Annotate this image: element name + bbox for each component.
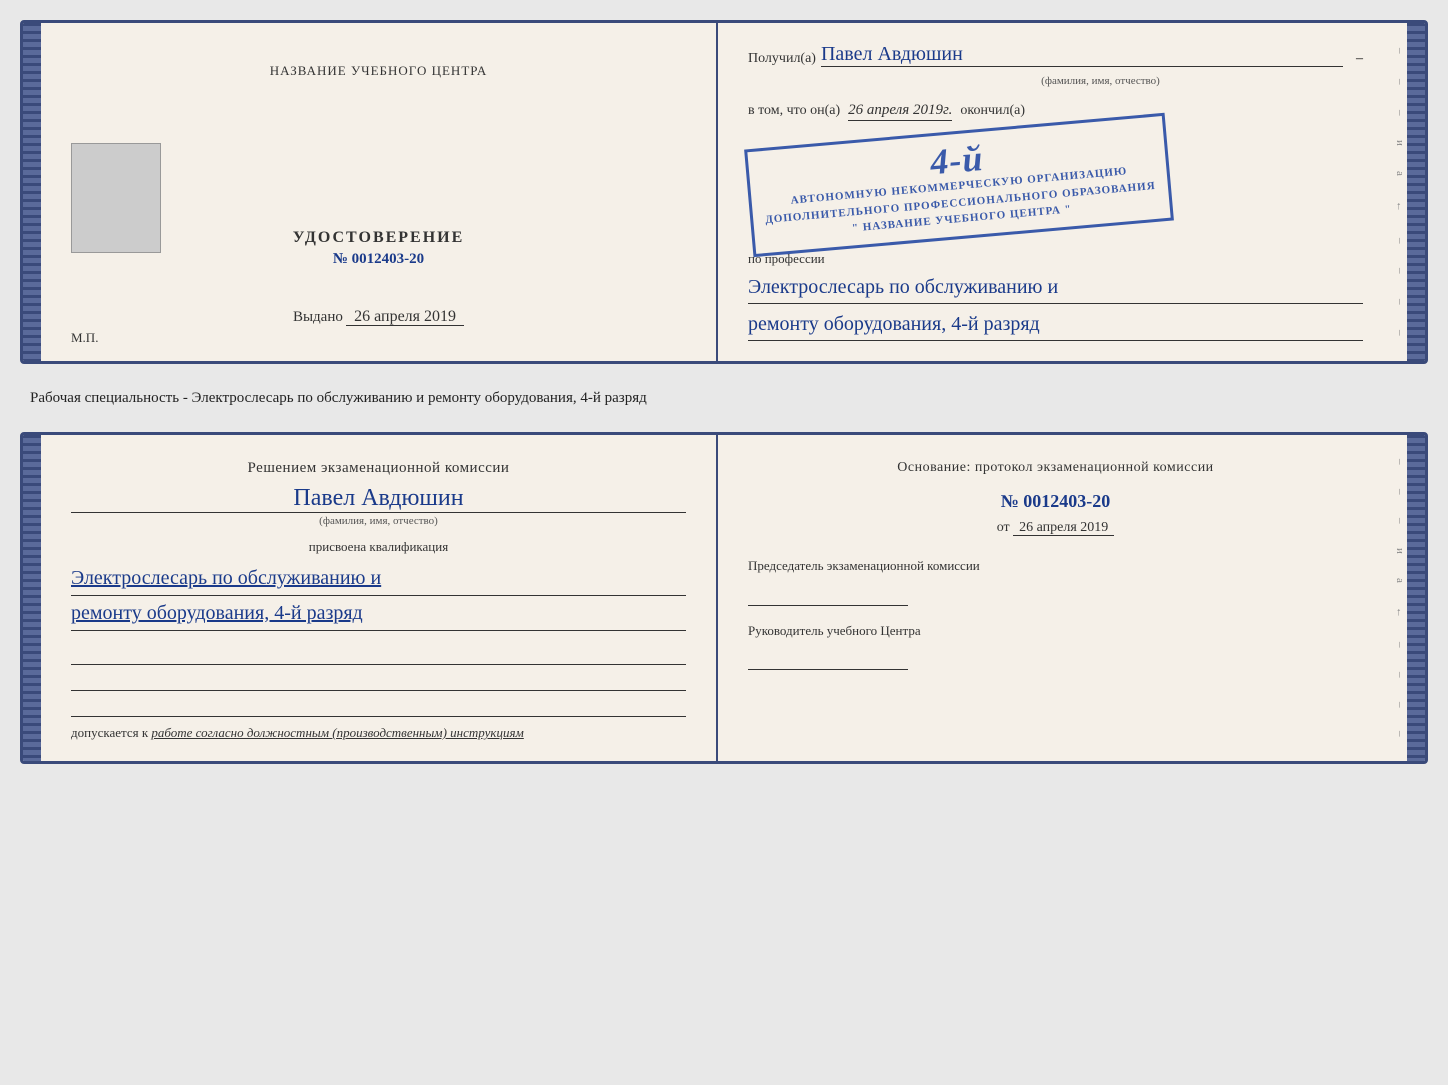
chairman-sig-line	[748, 584, 908, 606]
allowed-label: допускается к работе согласно должностны…	[71, 725, 686, 741]
photo-placeholder	[71, 143, 161, 253]
finished-label: окончил(а)	[960, 103, 1025, 119]
fio-sub-bottom: (фамилия, имя, отчество)	[71, 515, 686, 527]
deco-b5: –	[1394, 672, 1406, 678]
qual-value2: ремонту оборудования, 4-й разряд	[71, 596, 686, 631]
received-line: Получил(а) Павел Авдюшин –	[748, 43, 1363, 67]
top-booklet-right: Получил(а) Павел Авдюшин – (фамилия, имя…	[718, 23, 1393, 361]
deco-b2: –	[1394, 489, 1406, 495]
osnov-label: Основание: протокол экзаменационной коми…	[748, 460, 1363, 476]
deco-b3: –	[1394, 518, 1406, 524]
top-booklet-left: НАЗВАНИЕ УЧЕБНОГО ЦЕНТРА УДОСТОВЕРЕНИЕ №…	[41, 23, 718, 361]
deco-4: –	[1394, 238, 1406, 244]
proto-number: № 0012403-20	[748, 491, 1363, 512]
spine-right-top	[1407, 23, 1425, 361]
middle-text: Рабочая специальность - Электрослесарь п…	[20, 382, 1428, 415]
allowed-prefix: допускается к	[71, 725, 148, 740]
spine-left-bottom	[23, 435, 41, 761]
head-sig-line	[748, 648, 908, 670]
deco-и: и	[1394, 140, 1406, 146]
deco-b4: –	[1394, 642, 1406, 648]
bottom-booklet: Решением экзаменационной комиссии Павел …	[20, 432, 1428, 764]
blank-line-2	[71, 669, 686, 691]
blank-lines	[71, 643, 686, 717]
profession-value2: ремонту оборудования, 4-й разряд	[748, 308, 1363, 341]
top-booklet: НАЗВАНИЕ УЧЕБНОГО ЦЕНТРА УДОСТОВЕРЕНИЕ №…	[20, 20, 1428, 364]
proto-date-line: от 26 апреля 2019	[748, 520, 1363, 536]
blank-line-1	[71, 643, 686, 665]
deco-bа: а	[1394, 578, 1406, 583]
decision-title: Решением экзаменационной комиссии	[71, 460, 686, 477]
person-name-bottom: Павел Авдюшин	[71, 485, 686, 513]
page-wrapper: НАЗВАНИЕ УЧЕБНОГО ЦЕНТРА УДОСТОВЕРЕНИЕ №…	[20, 20, 1428, 764]
deco-2: –	[1394, 79, 1406, 85]
deco-3: –	[1394, 110, 1406, 116]
fio-subtext-top: (фамилия, имя, отчество)	[838, 75, 1363, 87]
head-label: Руководитель учебного Центра	[748, 621, 1363, 641]
chairman-block: Председатель экзаменационной комиссии	[748, 556, 1363, 606]
blank-line-3	[71, 695, 686, 717]
deco-7: –	[1394, 330, 1406, 336]
proto-date: 26 апреля 2019	[1013, 520, 1114, 536]
deco-arrow: ←	[1394, 201, 1406, 212]
bottom-booklet-left: Решением экзаменационной комиссии Павел …	[41, 435, 718, 761]
cert-number: № 0012403-20	[293, 251, 465, 268]
deco-а: а	[1394, 171, 1406, 176]
vtom-line: в том, что он(а) 26 апреля 2019г. окончи…	[748, 102, 1363, 121]
spine-left	[23, 23, 41, 361]
head-block: Руководитель учебного Центра	[748, 621, 1363, 671]
deco-bи: и	[1394, 548, 1406, 554]
deco-b1: –	[1394, 459, 1406, 465]
spine-right-bottom	[1407, 435, 1425, 761]
deco-5: –	[1394, 268, 1406, 274]
profession-label: по профессии	[748, 251, 1363, 267]
stamp-overlay: 4-й АВТОНОМНУЮ НЕКОММЕРЧЕСКУЮ ОРГАНИЗАЦИ…	[744, 113, 1174, 257]
middle-text-content: Рабочая специальность - Электрослесарь п…	[30, 390, 647, 406]
date-value: 26 апреля 2019г.	[848, 102, 952, 121]
assigned-label: присвоена квалификация	[71, 539, 686, 555]
deco-1: –	[1394, 48, 1406, 54]
right-deco-bottom: – – – и а ← – – – –	[1393, 435, 1407, 761]
vtom-label: в том, что он(а)	[748, 103, 840, 119]
issued-label: Выдано	[293, 309, 343, 325]
dash1: –	[1356, 51, 1363, 67]
deco-b7: –	[1394, 731, 1406, 737]
mp-label: М.П.	[71, 330, 98, 346]
cert-title: УДОСТОВЕРЕНИЕ	[293, 229, 465, 247]
qual-value1: Электрослесарь по обслуживанию и	[71, 561, 686, 596]
profession-value1: Электрослесарь по обслуживанию и	[748, 271, 1363, 304]
received-label: Получил(а)	[748, 51, 816, 67]
issued-date: 26 апреля 2019	[346, 308, 464, 326]
bottom-booklet-right: Основание: протокол экзаменационной коми…	[718, 435, 1393, 761]
person-name-top: Павел Авдюшин	[821, 43, 1343, 67]
deco-b6: –	[1394, 702, 1406, 708]
chairman-label: Председатель экзаменационной комиссии	[748, 556, 1363, 576]
deco-6: –	[1394, 299, 1406, 305]
deco-barrow: ←	[1394, 607, 1406, 618]
training-center-title: НАЗВАНИЕ УЧЕБНОГО ЦЕНТРА	[270, 63, 487, 79]
profession-block: по профессии Электрослесарь по обслужива…	[748, 251, 1363, 341]
right-deco-top: – – – и а ← – – – –	[1393, 23, 1407, 361]
proto-date-prefix: от	[997, 520, 1010, 535]
allowed-value: работе согласно должностным (производств…	[151, 725, 523, 740]
